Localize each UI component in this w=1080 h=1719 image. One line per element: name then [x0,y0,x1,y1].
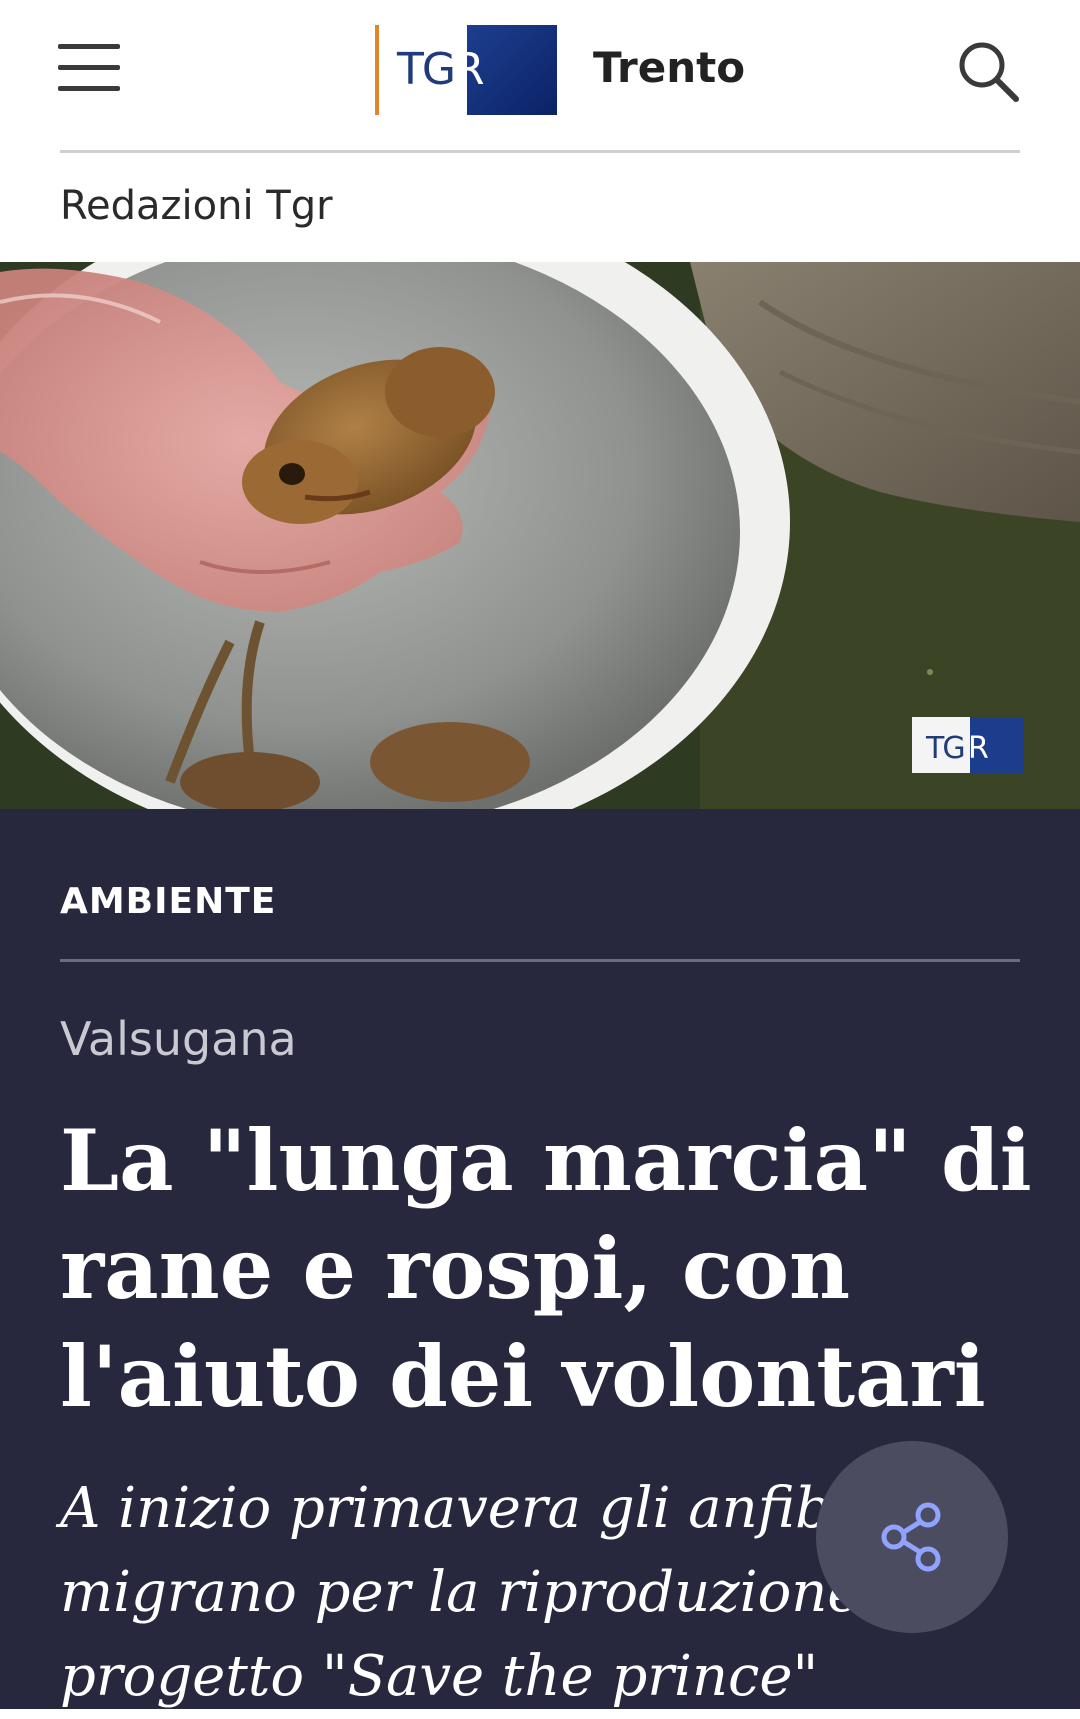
share-button[interactable] [816,1441,1008,1633]
article-divider [60,959,1020,962]
tgr-logo[interactable]: TGR [375,24,557,116]
logo-text-r: R [453,44,485,95]
article-headline: La "lunga marcia" di rane e rospi, con l… [60,1111,1032,1426]
frog-photo: TG R [0,262,1080,809]
hero-watermark-r: R [968,731,989,766]
search-icon [959,42,1019,102]
logo-mark: TGR [397,25,557,115]
hamburger-menu-button[interactable] [58,42,120,94]
menu-line [58,65,120,70]
logo-accent-bar [375,25,379,115]
logo-text-tg: TG [397,44,456,95]
header-divider [60,150,1020,153]
location-label: Valsugana [60,1012,297,1066]
redazioni-tgr-link[interactable]: Redazioni Tgr [60,180,333,232]
region-title[interactable]: Trento [593,40,745,96]
menu-line [58,44,120,49]
hero-image: TG R [0,262,1080,809]
category-label[interactable]: AMBIENTE [60,879,276,925]
menu-line [58,86,120,91]
top-header: TGR Trento [0,0,1080,153]
share-icon [881,1502,941,1572]
hero-watermark-tg: TG [925,731,964,766]
logo-text: TGR [397,44,485,95]
search-button[interactable] [955,38,1021,104]
